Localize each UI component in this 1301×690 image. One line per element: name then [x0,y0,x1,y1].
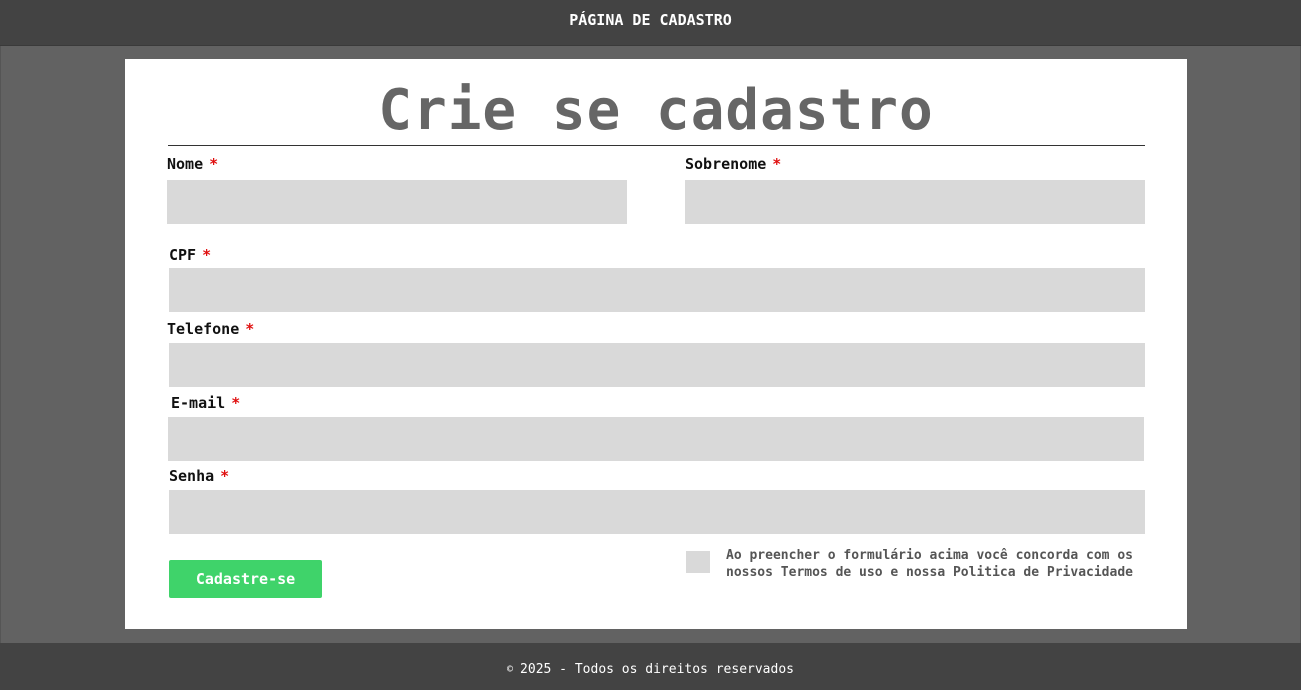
senha-label-text: Senha [169,467,215,485]
senha-label: Senha * [169,467,229,485]
required-marker: * [209,155,219,173]
telefone-input[interactable] [169,343,1145,387]
cadastre-se-button[interactable]: Cadastre-se [169,560,322,598]
telefone-label: Telefone * [167,320,254,338]
page-footer: © 2025 - Todos os direitos reservados [0,643,1301,690]
sobrenome-label-text: Sobrenome [685,155,767,173]
senha-input[interactable] [169,490,1145,534]
email-label-text: E-mail [171,394,226,412]
cpf-label-text: CPF [169,246,197,264]
nome-label-text: Nome [167,155,204,173]
required-marker: * [202,246,212,264]
cpf-label: CPF * [169,246,211,264]
sobrenome-label: Sobrenome * [685,155,781,173]
email-label: E-mail * [171,394,240,412]
nome-input[interactable] [167,180,627,224]
terms-text: Ao preencher o formulário acima você con… [726,548,1133,580]
signup-form-card: Crie se cadastro Nome * Sobrenome * CPF * T… [125,59,1187,629]
header-title: PÁGINA DE CADASTRO [569,10,732,29]
cpf-input[interactable] [169,268,1145,312]
required-marker: * [231,394,241,412]
nome-label: Nome * [167,155,218,173]
footer-text: 2025 - Todos os direitos reservados [520,661,794,677]
terms-checkbox[interactable] [686,551,710,573]
form-title: Crie se cadastro [378,78,934,143]
copyright-icon: © [507,663,514,675]
page-header: PÁGINA DE CADASTRO [0,0,1301,46]
sobrenome-input[interactable] [685,180,1145,224]
required-marker: * [245,320,255,338]
email-input[interactable] [168,417,1144,461]
required-marker: * [772,155,782,173]
title-divider [168,145,1145,146]
telefone-label-text: Telefone [167,320,240,338]
required-marker: * [220,467,230,485]
